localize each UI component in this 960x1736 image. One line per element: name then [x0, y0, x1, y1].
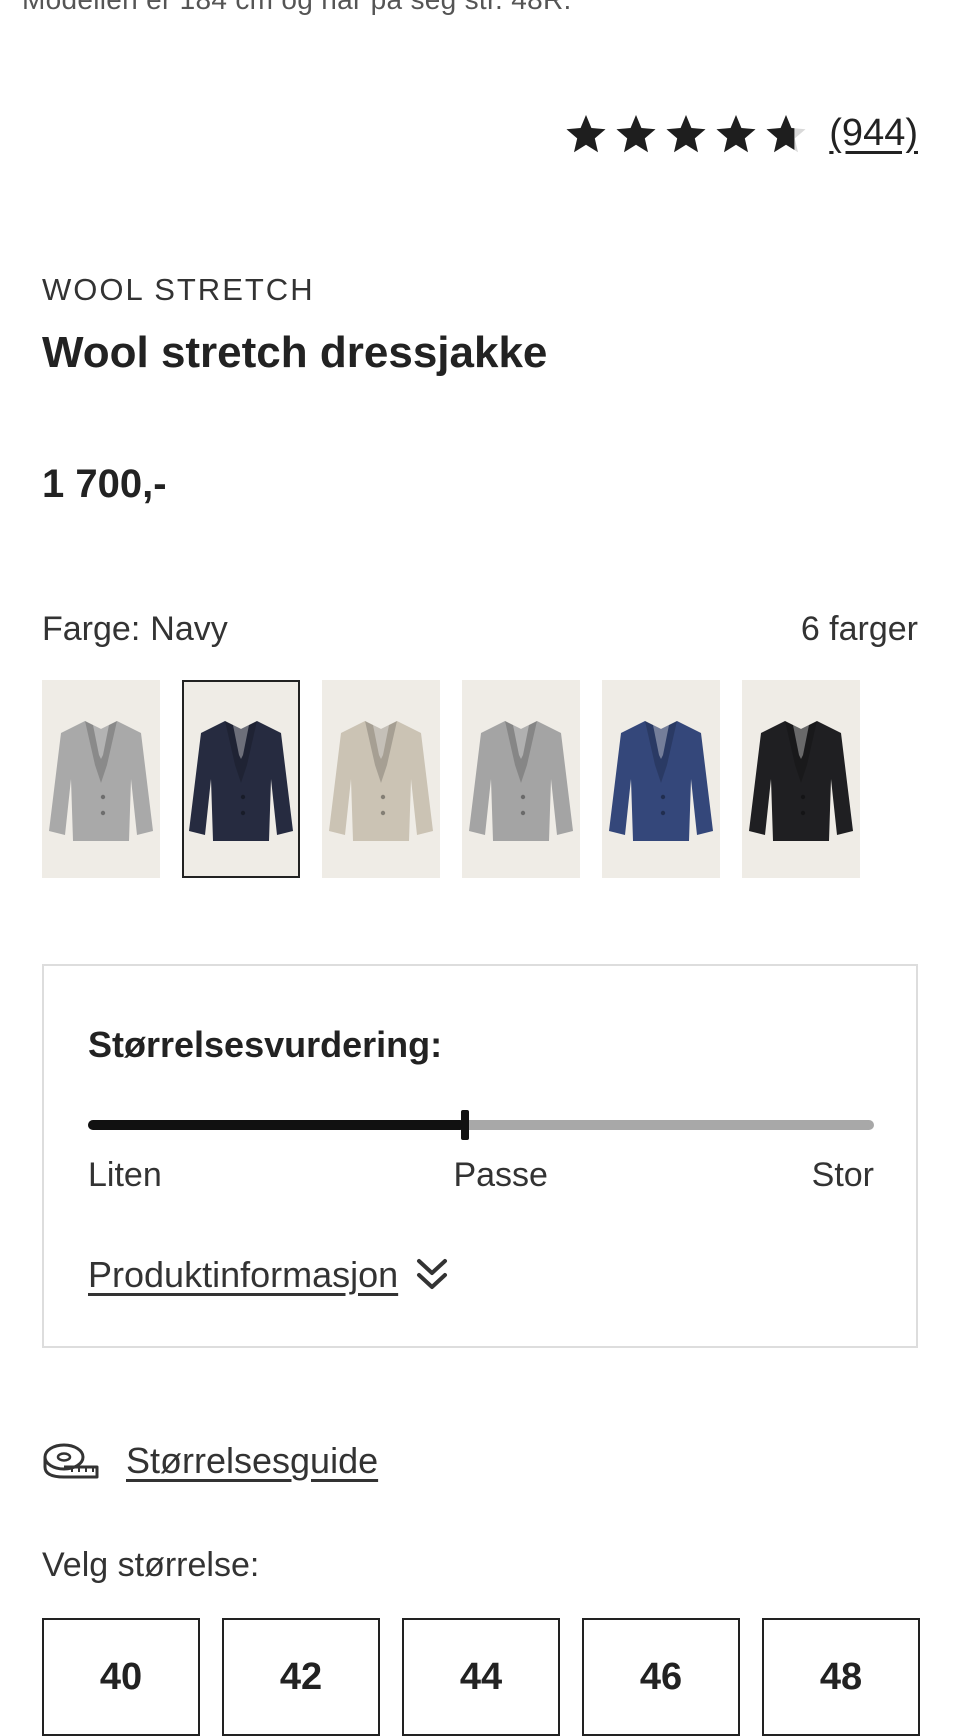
size-rating-labels: Liten Passe Stor [88, 1156, 874, 1195]
star-icon [666, 114, 706, 152]
product-info-toggle[interactable]: Produktinformasjon [88, 1254, 450, 1296]
double-chevron-down-icon [417, 1259, 448, 1289]
product-brand: WOOL STRETCH [42, 272, 315, 307]
color-swatches [42, 680, 860, 878]
color-swatch-blue-jacket[interactable] [602, 680, 720, 878]
size-button-46[interactable]: 46 [582, 1618, 740, 1736]
size-guide[interactable]: Størrelsesguide [42, 1440, 378, 1482]
size-rating-label-small: Liten [88, 1156, 162, 1194]
size-rating-label-large: Stor [811, 1156, 874, 1194]
color-swatch-navy-jacket[interactable] [182, 680, 300, 878]
size-rating-title: Størrelsesvurdering: [88, 1024, 443, 1065]
star-icon [716, 114, 756, 152]
rating-stars [565, 113, 807, 155]
jacket-image [329, 721, 433, 841]
color-value: Navy [150, 610, 228, 648]
size-guide-link[interactable]: Størrelsesguide [126, 1440, 378, 1482]
jacket-image [49, 721, 153, 841]
size-options: 40 42 44 46 48 [42, 1618, 920, 1736]
size-rating-fill [88, 1120, 466, 1130]
star-icon [766, 114, 806, 152]
size-rating-box: Størrelsesvurdering: Liten Passe Stor Pr… [42, 964, 918, 1348]
size-button-40[interactable]: 40 [42, 1618, 200, 1736]
size-rating-label-fit: Passe [453, 1156, 548, 1194]
model-note: Modellen er 184 cm og har på seg str. 48… [22, 0, 572, 16]
product-price: 1 700,- [42, 462, 167, 506]
color-label: Farge: [42, 610, 141, 648]
rating[interactable]: (944) [565, 112, 918, 155]
star-icon [616, 114, 656, 152]
star-icon [566, 114, 606, 152]
choose-size-label: Velg størrelse: [42, 1546, 260, 1584]
color-swatch-beige-jacket[interactable] [322, 680, 440, 878]
jacket-image [609, 721, 713, 841]
size-rating-track [88, 1110, 874, 1140]
size-button-48[interactable]: 48 [762, 1618, 920, 1736]
size-rating-marker [461, 1110, 470, 1140]
color-swatch-light-grey-jacket[interactable] [42, 680, 160, 878]
product-info-link[interactable]: Produktinformasjon [88, 1254, 398, 1296]
rating-count-link[interactable]: (944) [829, 112, 918, 155]
color-swatch-black-jacket[interactable] [742, 680, 860, 878]
color-count: 6 farger [800, 610, 918, 648]
color-row: Farge: Navy 6 farger [42, 610, 918, 649]
color-swatch-grey-jacket[interactable] [462, 680, 580, 878]
jacket-image [469, 721, 573, 841]
measuring-tape-icon [43, 1443, 99, 1479]
size-button-44[interactable]: 44 [402, 1618, 560, 1736]
product-page: Modellen er 184 cm og har på seg str. 48… [0, 0, 960, 1736]
jacket-image [189, 721, 293, 841]
color-label-group: Farge: Navy [42, 610, 228, 649]
product-title: Wool stretch dressjakke [42, 328, 548, 377]
jacket-image [749, 721, 853, 841]
size-button-42[interactable]: 42 [222, 1618, 380, 1736]
